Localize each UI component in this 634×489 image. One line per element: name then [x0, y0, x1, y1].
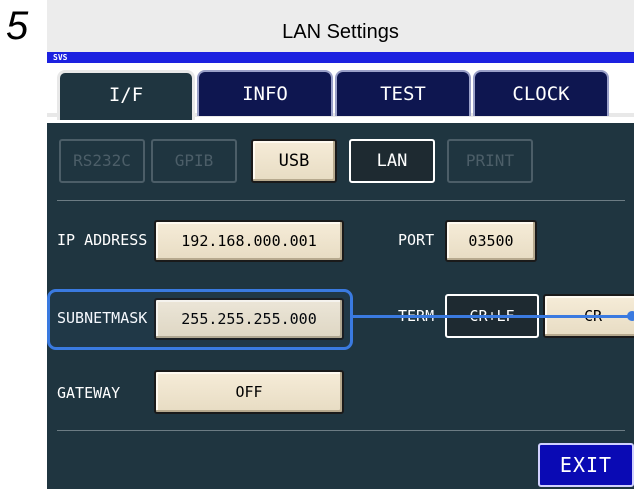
interface-gpib-button: GPIB	[151, 139, 237, 183]
gateway-label: GATEWAY	[57, 384, 121, 402]
interface-print-button: PRINT	[447, 139, 533, 183]
tab-test[interactable]: TEST	[335, 70, 471, 116]
gateway-button[interactable]: OFF	[154, 370, 344, 414]
callout-line	[353, 315, 634, 318]
divider-bottom	[57, 430, 625, 431]
ip-address-button[interactable]: 192.168.000.001	[154, 220, 344, 262]
step-number: 5	[6, 4, 29, 48]
interface-lan-button[interactable]: LAN	[349, 139, 435, 183]
tab-clock[interactable]: CLOCK	[473, 70, 609, 116]
caption-header: LAN Settings	[47, 0, 634, 52]
interface-usb-button[interactable]: USB	[251, 139, 337, 183]
port-button[interactable]: 03500	[445, 220, 537, 262]
ip-address-label: IP ADDRESS	[57, 231, 148, 249]
interface-rs232c-button: RS232C	[59, 139, 145, 183]
title-bar: SVS	[47, 52, 634, 63]
device-screen: SVS I/F INFO TEST CLOCK RS232C GPIB USB …	[47, 52, 634, 489]
port-label: PORT	[398, 231, 435, 249]
exit-button[interactable]: EXIT	[538, 443, 634, 487]
caption-title: LAN Settings	[282, 21, 399, 43]
callout-dot	[627, 311, 634, 321]
divider-top	[57, 200, 625, 201]
tab-if[interactable]: I/F	[57, 70, 195, 120]
tab-info[interactable]: INFO	[197, 70, 333, 116]
subnet-mask-highlight	[47, 289, 353, 350]
